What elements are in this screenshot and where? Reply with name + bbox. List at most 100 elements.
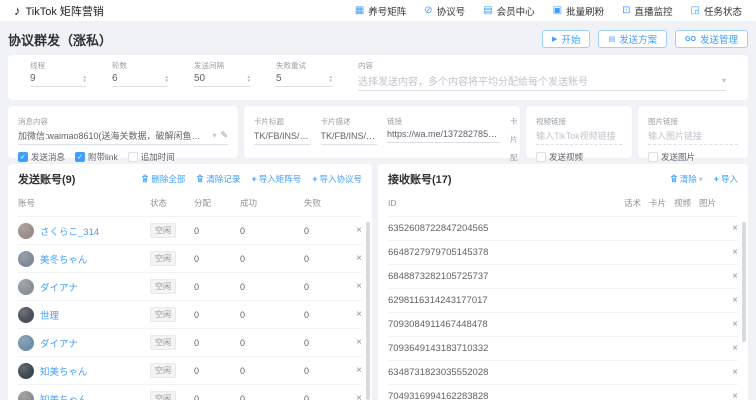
toolbar-label: 导入矩阵号: [258, 174, 302, 184]
sender-status-cell: 空闲: [150, 391, 194, 400]
trash-icon: [196, 174, 204, 185]
content-select[interactable]: 选择发送内容，多个内容将平均分配给每个发送账号 ▾: [358, 73, 726, 91]
number-stepper[interactable]: ▴ ▾: [247, 74, 250, 83]
go-manage-button[interactable]: GO 发送管理: [675, 30, 748, 48]
status-badge: 空闲: [150, 307, 176, 322]
sender-name[interactable]: 知美ちゃん: [40, 364, 88, 378]
checkbox-box: [127, 152, 138, 162]
clear-label: 清除: [679, 174, 697, 184]
send-plan-button[interactable]: ▤ 发送方案: [598, 30, 668, 48]
remove-icon[interactable]: ×: [348, 281, 362, 292]
message-content-select[interactable]: 加微信:waimao8610(送海关数据，破解闲鱼版) 做... ▾ ✎: [18, 129, 228, 145]
nav-item-account-matrix[interactable]: ▦ 养号矩阵: [355, 4, 406, 18]
chevron-down-icon: ▾: [698, 174, 703, 184]
remove-icon[interactable]: ×: [348, 309, 362, 320]
send-interval-input[interactable]: 50 ▴ ▾: [194, 73, 250, 87]
remove-icon[interactable]: ×: [724, 247, 738, 258]
nav-item-task-status[interactable]: ◲ 任务状态: [691, 4, 742, 18]
assigned-count: 0: [194, 365, 200, 376]
toolbar-delete-button[interactable]: 清除记录: [196, 173, 240, 185]
content-select-field: 内容 选择发送内容，多个内容将平均分配给每个发送账号 ▾: [358, 60, 726, 91]
nav-item-protocol-accounts[interactable]: ⊘ 协议号: [424, 4, 465, 18]
sender-name[interactable]: ダイアナ: [40, 336, 78, 350]
failed-count: 0: [304, 337, 310, 348]
failed-count: 0: [304, 281, 310, 292]
import-button[interactable]: + 导入: [714, 173, 738, 185]
threads-input[interactable]: 9 ▴ ▾: [30, 73, 86, 87]
video-link-card: 视频链接 输入TikTok视频链接 发送视频: [526, 106, 632, 162]
scrollbar-thumb[interactable]: [742, 222, 746, 342]
rounds-input[interactable]: 6 ▴ ▾: [112, 73, 168, 87]
receiver-id: 6352608722847204565: [388, 223, 489, 234]
remove-icon[interactable]: ×: [724, 295, 738, 306]
card-field-value[interactable]: TK/FB/INS/WS对: [320, 129, 377, 145]
column-header: ID: [388, 198, 397, 208]
retry-input[interactable]: 5 ▴ ▾: [276, 73, 332, 87]
toolbar-delete-button[interactable]: 删除全部: [141, 173, 185, 185]
checkbox-box: [648, 152, 658, 162]
number-stepper[interactable]: ▴ ▾: [83, 74, 86, 83]
nav-item-fan-boost[interactable]: ▣ 批量刷粉: [553, 4, 604, 18]
column-header: 状态: [150, 198, 168, 208]
threads-value: 9: [30, 73, 36, 84]
sender-name[interactable]: ダイアナ: [40, 280, 78, 294]
number-stepper[interactable]: ▴ ▾: [329, 74, 332, 83]
message-option-checkbox[interactable]: 追加时间: [127, 151, 175, 163]
toolbar-import-button[interactable]: + 导入矩阵号: [251, 173, 301, 185]
go-manage-button-label: 发送管理: [699, 35, 738, 46]
sender-name[interactable]: 世理: [40, 308, 59, 322]
sender-name[interactable]: 美冬ちゃん: [40, 252, 88, 266]
scrollbar-thumb[interactable]: [366, 222, 370, 400]
clear-dropdown-button[interactable]: 清除 ▾: [670, 173, 703, 185]
sender-name[interactable]: さくらこ_314: [40, 224, 99, 238]
remove-icon[interactable]: ×: [724, 367, 738, 378]
sender-name[interactable]: 知美ちゃん: [40, 392, 88, 400]
tiktok-note-icon: ♪: [14, 3, 21, 18]
sender-row: 知美ちゃん 空闲 0 0 0 ×: [18, 357, 362, 385]
threads-field: 线程 9 ▴ ▾: [30, 60, 86, 91]
send-interval-value: 50: [194, 73, 206, 84]
remove-icon[interactable]: ×: [724, 271, 738, 282]
rounds-field: 轮数 6 ▴ ▾: [112, 60, 168, 91]
receivers-title: 接收账号(17): [388, 174, 452, 186]
image-link-input[interactable]: 输入图片链接: [648, 129, 738, 145]
remove-icon[interactable]: ×: [348, 337, 362, 348]
message-option-checkbox[interactable]: ✓ 附带link: [75, 151, 118, 163]
receiver-id: 6848873282105725737: [388, 271, 489, 282]
remove-icon[interactable]: ×: [348, 253, 362, 264]
remove-icon[interactable]: ×: [348, 365, 362, 376]
sender-account-cell: 知美ちゃん: [18, 390, 150, 400]
nav-item-live-monitor[interactable]: ⊡ 直播监控: [622, 4, 672, 18]
column-header: 成功: [240, 198, 258, 208]
send-video-checkbox-label: 发送视频: [549, 152, 584, 162]
remove-icon[interactable]: ×: [724, 343, 738, 354]
success-count: 0: [240, 393, 246, 400]
retry-field: 失败重试 5 ▴ ▾: [276, 60, 332, 91]
sender-account-cell: 美冬ちゃん: [18, 250, 150, 267]
send-video-checkbox[interactable]: 发送视频: [536, 151, 583, 163]
content-placeholder: 选择发送内容，多个内容将平均分配给每个发送账号: [358, 77, 588, 88]
status-badge: 空闲: [150, 251, 176, 266]
message-option-checkbox[interactable]: ✓ 发送消息: [18, 151, 65, 163]
card-field-value[interactable]: TK/FB/INS/WS对: [254, 129, 311, 145]
assigned-count: 0: [194, 393, 200, 400]
number-stepper[interactable]: ▴ ▾: [165, 74, 168, 83]
remove-icon[interactable]: ×: [348, 225, 362, 236]
failed-count: 0: [304, 309, 310, 320]
account-matrix-icon: ▦: [354, 4, 365, 16]
remove-icon[interactable]: ×: [724, 319, 738, 330]
toolbar-import-button[interactable]: + 导入协议号: [312, 173, 362, 185]
send-image-checkbox[interactable]: 发送图片: [648, 151, 695, 163]
start-button[interactable]: ▶ 开始: [542, 30, 591, 48]
card-field-value[interactable]: https://wa.me/13728278510 ▾: [387, 129, 500, 143]
send-image-checkbox-label: 发送图片: [661, 152, 696, 162]
video-link-input[interactable]: 输入TikTok视频链接: [536, 129, 622, 145]
remove-icon[interactable]: ×: [348, 393, 362, 400]
toolbar-label: 导入协议号: [319, 174, 362, 184]
edit-pencil-icon[interactable]: ✎: [220, 130, 228, 141]
nav-item-member-center[interactable]: ▤ 会员中心: [483, 4, 534, 18]
remove-icon[interactable]: ×: [724, 223, 738, 234]
remove-icon[interactable]: ×: [724, 391, 738, 400]
receivers-table-body: 6352608722847204565 × 6648727979705145378 ×…: [388, 217, 738, 400]
checkbox-label: 发送消息: [31, 152, 66, 162]
